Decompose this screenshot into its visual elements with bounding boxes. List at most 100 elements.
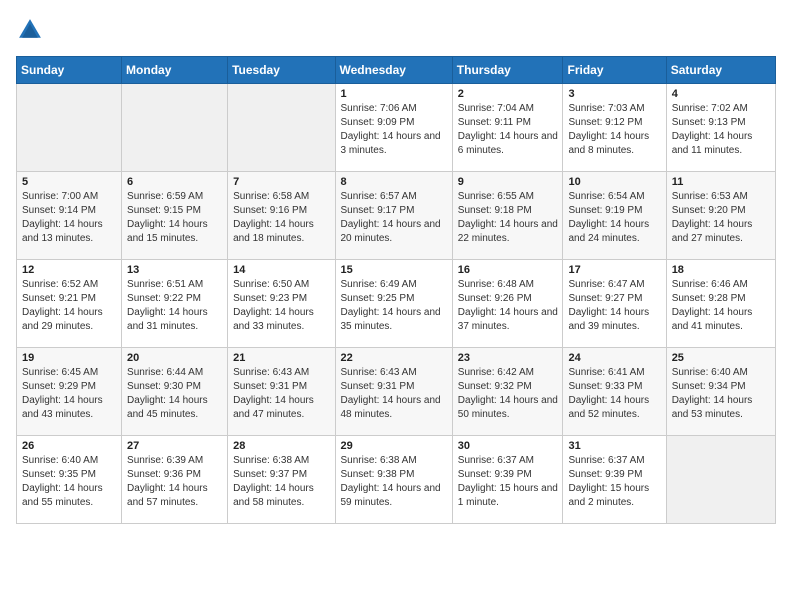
day-number: 27 [127, 440, 223, 452]
day-number: 31 [568, 440, 661, 452]
day-cell: 6 Sunrise: 6:59 AMSunset: 9:15 PMDaylight… [122, 172, 228, 260]
day-number: 18 [672, 264, 771, 276]
day-header-friday: Friday [563, 57, 666, 84]
day-number: 16 [458, 264, 559, 276]
day-info: Sunrise: 6:37 AMSunset: 9:39 PMDaylight:… [568, 454, 661, 510]
day-header-wednesday: Wednesday [335, 57, 452, 84]
day-info: Sunrise: 6:38 AMSunset: 9:37 PMDaylight:… [233, 454, 330, 510]
day-cell [228, 84, 335, 172]
logo [16, 16, 48, 44]
day-number: 19 [22, 352, 117, 364]
day-header-sunday: Sunday [17, 57, 122, 84]
day-cell [122, 84, 228, 172]
day-number: 21 [233, 352, 330, 364]
week-row-3: 12 Sunrise: 6:52 AMSunset: 9:21 PMDayligh… [17, 260, 776, 348]
day-cell [17, 84, 122, 172]
day-number: 1 [341, 88, 448, 100]
day-info: Sunrise: 6:43 AMSunset: 9:31 PMDaylight:… [233, 366, 330, 422]
day-info: Sunrise: 6:39 AMSunset: 9:36 PMDaylight:… [127, 454, 223, 510]
day-number: 20 [127, 352, 223, 364]
day-cell: 7Sunrise: 6:58 AMSunset: 9:16 PMDaylight… [228, 172, 335, 260]
day-cell: 10 Sunrise: 6:54 AMSunset: 9:19 PMDayligh… [563, 172, 666, 260]
day-info: Sunrise: 6:38 AMSunset: 9:38 PMDaylight:… [341, 454, 448, 510]
day-cell: 21 Sunrise: 6:43 AMSunset: 9:31 PMDayligh… [228, 348, 335, 436]
day-info: Sunrise: 6:57 AMSunset: 9:17 PMDaylight:… [341, 190, 448, 246]
day-number: 2 [458, 88, 559, 100]
day-info: Sunrise: 6:44 AMSunset: 9:30 PMDaylight:… [127, 366, 223, 422]
day-cell: 20 Sunrise: 6:44 AMSunset: 9:30 PMDayligh… [122, 348, 228, 436]
day-cell: 19Sunrise: 6:45 AMSunset: 9:29 PMDayligh… [17, 348, 122, 436]
day-cell: 29Sunrise: 6:38 AMSunset: 9:38 PMDayligh… [335, 436, 452, 524]
day-number: 9 [458, 176, 559, 188]
day-cell: 14 Sunrise: 6:50 AMSunset: 9:23 PMDayligh… [228, 260, 335, 348]
day-info: Sunrise: 6:55 AMSunset: 9:18 PMDaylight:… [458, 190, 559, 246]
day-cell: 30Sunrise: 6:37 AMSunset: 9:39 PMDayligh… [452, 436, 563, 524]
day-info: Sunrise: 7:03 AMSunset: 9:12 PMDaylight:… [568, 102, 661, 158]
day-header-thursday: Thursday [452, 57, 563, 84]
day-info: Sunrise: 7:00 AMSunset: 9:14 PMDaylight:… [22, 190, 117, 246]
day-info: Sunrise: 6:40 AMSunset: 9:34 PMDaylight:… [672, 366, 771, 422]
day-info: Sunrise: 6:52 AMSunset: 9:21 PMDaylight:… [22, 278, 117, 334]
day-info: Sunrise: 6:46 AMSunset: 9:28 PMDaylight:… [672, 278, 771, 334]
week-row-1: 1 Sunrise: 7:06 AMSunset: 9:09 PMDaylight… [17, 84, 776, 172]
day-info: Sunrise: 7:02 AMSunset: 9:13 PMDaylight:… [672, 102, 771, 158]
day-cell: 3 Sunrise: 7:03 AMSunset: 9:12 PMDaylight… [563, 84, 666, 172]
day-cell: 4 Sunrise: 7:02 AMSunset: 9:13 PMDaylight… [666, 84, 775, 172]
day-number: 22 [341, 352, 448, 364]
day-info: Sunrise: 6:47 AMSunset: 9:27 PMDaylight:… [568, 278, 661, 334]
day-number: 8 [341, 176, 448, 188]
day-number: 3 [568, 88, 661, 100]
day-cell: 17 Sunrise: 6:47 AMSunset: 9:27 PMDayligh… [563, 260, 666, 348]
day-number: 5 [22, 176, 117, 188]
day-info: Sunrise: 6:49 AMSunset: 9:25 PMDaylight:… [341, 278, 448, 334]
day-info: Sunrise: 7:06 AMSunset: 9:09 PMDaylight:… [341, 102, 448, 158]
day-number: 26 [22, 440, 117, 452]
day-info: Sunrise: 6:59 AMSunset: 9:15 PMDaylight:… [127, 190, 223, 246]
day-info: Sunrise: 6:54 AMSunset: 9:19 PMDaylight:… [568, 190, 661, 246]
day-info: Sunrise: 6:42 AMSunset: 9:32 PMDaylight:… [458, 366, 559, 422]
day-header-monday: Monday [122, 57, 228, 84]
day-number: 14 [233, 264, 330, 276]
day-cell: 23 Sunrise: 6:42 AMSunset: 9:32 PMDayligh… [452, 348, 563, 436]
day-cell: 11Sunrise: 6:53 AMSunset: 9:20 PMDayligh… [666, 172, 775, 260]
day-info: Sunrise: 6:41 AMSunset: 9:33 PMDaylight:… [568, 366, 661, 422]
days-header-row: SundayMondayTuesdayWednesdayThursdayFrid… [17, 57, 776, 84]
week-row-4: 19Sunrise: 6:45 AMSunset: 9:29 PMDayligh… [17, 348, 776, 436]
calendar-table: SundayMondayTuesdayWednesdayThursdayFrid… [16, 56, 776, 524]
day-cell: 18 Sunrise: 6:46 AMSunset: 9:28 PMDayligh… [666, 260, 775, 348]
day-info: Sunrise: 6:43 AMSunset: 9:31 PMDaylight:… [341, 366, 448, 422]
day-cell: 5 Sunrise: 7:00 AMSunset: 9:14 PMDaylight… [17, 172, 122, 260]
day-cell: 16 Sunrise: 6:48 AMSunset: 9:26 PMDayligh… [452, 260, 563, 348]
day-info: Sunrise: 7:04 AMSunset: 9:11 PMDaylight:… [458, 102, 559, 158]
day-number: 4 [672, 88, 771, 100]
logo-icon [16, 16, 44, 44]
day-cell: 13Sunrise: 6:51 AMSunset: 9:22 PMDayligh… [122, 260, 228, 348]
day-cell: 2 Sunrise: 7:04 AMSunset: 9:11 PMDaylight… [452, 84, 563, 172]
day-number: 30 [458, 440, 559, 452]
day-info: Sunrise: 6:48 AMSunset: 9:26 PMDaylight:… [458, 278, 559, 334]
day-number: 23 [458, 352, 559, 364]
day-number: 28 [233, 440, 330, 452]
day-cell: 25 Sunrise: 6:40 AMSunset: 9:34 PMDayligh… [666, 348, 775, 436]
day-cell: 1 Sunrise: 7:06 AMSunset: 9:09 PMDaylight… [335, 84, 452, 172]
week-row-5: 26 Sunrise: 6:40 AMSunset: 9:35 PMDayligh… [17, 436, 776, 524]
day-info: Sunrise: 6:40 AMSunset: 9:35 PMDaylight:… [22, 454, 117, 510]
day-cell: 12 Sunrise: 6:52 AMSunset: 9:21 PMDayligh… [17, 260, 122, 348]
page-header [16, 16, 776, 44]
day-cell: 9 Sunrise: 6:55 AMSunset: 9:18 PMDaylight… [452, 172, 563, 260]
day-info: Sunrise: 6:50 AMSunset: 9:23 PMDaylight:… [233, 278, 330, 334]
day-number: 25 [672, 352, 771, 364]
day-number: 7 [233, 176, 330, 188]
day-cell: 26 Sunrise: 6:40 AMSunset: 9:35 PMDayligh… [17, 436, 122, 524]
day-number: 15 [341, 264, 448, 276]
day-number: 17 [568, 264, 661, 276]
day-cell [666, 436, 775, 524]
day-number: 6 [127, 176, 223, 188]
day-number: 24 [568, 352, 661, 364]
day-number: 13 [127, 264, 223, 276]
day-cell: 22 Sunrise: 6:43 AMSunset: 9:31 PMDayligh… [335, 348, 452, 436]
day-number: 12 [22, 264, 117, 276]
day-number: 10 [568, 176, 661, 188]
day-header-saturday: Saturday [666, 57, 775, 84]
day-cell: 27 Sunrise: 6:39 AMSunset: 9:36 PMDayligh… [122, 436, 228, 524]
